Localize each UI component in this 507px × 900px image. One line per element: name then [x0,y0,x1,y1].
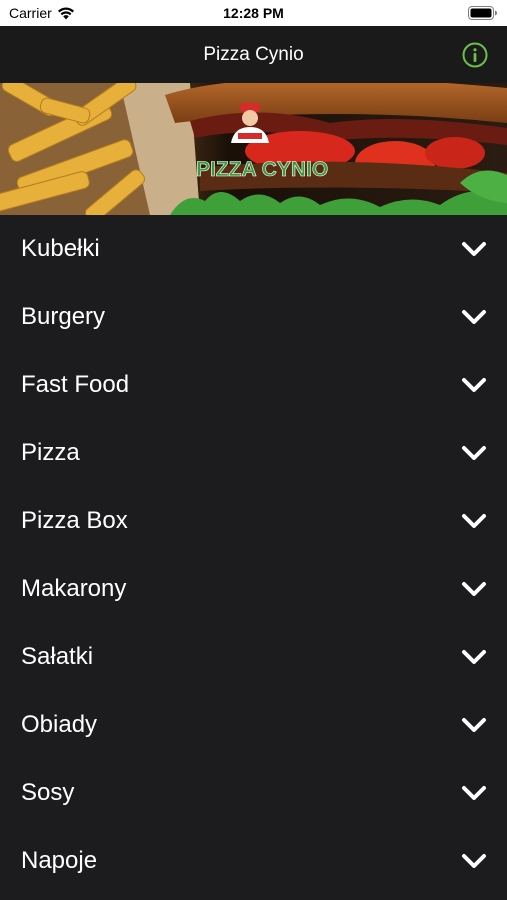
menu-item-label: Makarony [21,575,127,602]
menu-item-fast-food[interactable]: Fast Food [0,351,507,419]
menu-item-label: Burgery [21,303,106,330]
menu-item-kubelki[interactable]: Kubełki [0,215,507,283]
chevron-down-icon[interactable] [461,512,487,530]
menu-item-label: Sosy [21,779,75,806]
chevron-down-icon[interactable] [461,308,487,326]
menu-item-obiady[interactable]: Obiady [0,691,507,759]
chevron-down-icon[interactable] [461,376,487,394]
status-time: 12:28 PM [223,5,284,21]
banner-image: PIZZA CYNIO [0,83,507,215]
nav-bar: Pizza Cynio [0,26,507,83]
info-circle-icon[interactable] [462,42,488,68]
chevron-down-icon[interactable] [461,648,487,666]
menu-item-label: Pizza Box [21,507,128,534]
battery-icon [468,6,497,20]
menu-item-label: Pizza [21,439,80,466]
menu-item-label: Fast Food [21,371,130,398]
chevron-down-icon[interactable] [461,784,487,802]
chevron-down-icon[interactable] [461,716,487,734]
menu-item-napoje[interactable]: Napoje [0,827,507,895]
menu-item-pizza[interactable]: Pizza [0,419,507,487]
menu-item-label: Kubełki [21,235,100,262]
chevron-down-icon[interactable] [461,580,487,598]
category-menu: Kubełki Burgery Fast Food Pizza Pizza Bo… [0,215,507,895]
chevron-down-icon[interactable] [461,852,487,870]
menu-item-makarony[interactable]: Makarony [0,555,507,623]
menu-item-burgery[interactable]: Burgery [0,283,507,351]
logo-text: PIZZA CYNIO [196,158,328,181]
header-banner: PIZZA CYNIO [0,83,507,215]
status-bar: Carrier 12:28 PM [0,0,507,26]
page-title: Pizza Cynio [203,43,304,65]
chevron-down-icon[interactable] [461,240,487,258]
menu-item-sosy[interactable]: Sosy [0,759,507,827]
menu-item-salatki[interactable]: Sałatki [0,623,507,691]
menu-item-label: Napoje [21,847,98,874]
menu-item-pizza-box[interactable]: Pizza Box [0,487,507,555]
menu-item-label: Sałatki [21,643,94,670]
menu-item-label: Obiady [21,711,98,738]
chevron-down-icon[interactable] [461,444,487,462]
